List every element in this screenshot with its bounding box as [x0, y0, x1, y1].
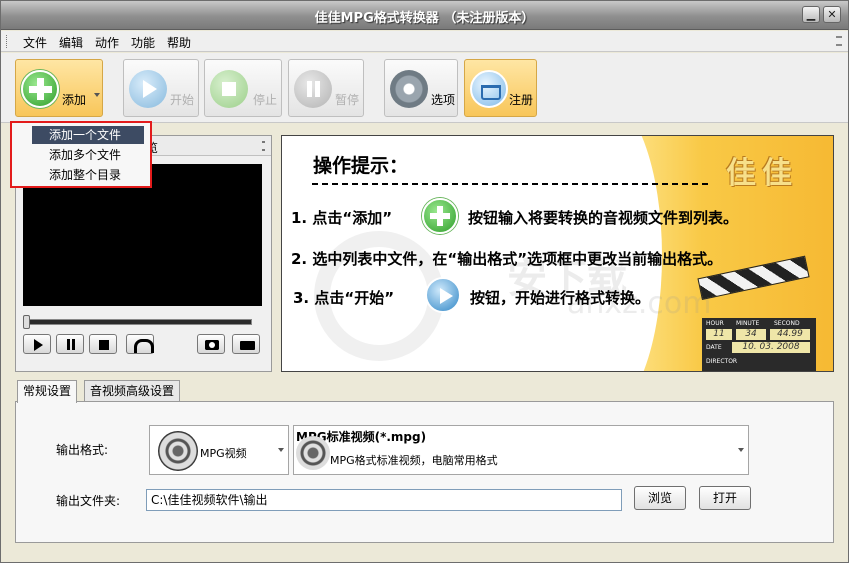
- tip-3-prefix: 3. 点击“开始”: [293, 289, 395, 307]
- toolbar: 添加 开始 停止 暂停 选项 注册: [1, 53, 848, 123]
- stop-button[interactable]: 停止: [204, 59, 282, 117]
- output-folder-field[interactable]: C:\佳佳视频软件\输出: [146, 489, 622, 511]
- stop-icon: [210, 70, 248, 108]
- settings-panel: 输出格式: MPG视频 MPG标准视频(*.mpg) MPG格式标准视频，电脑常…: [15, 401, 834, 543]
- pause-button-label: 暂停: [335, 93, 360, 107]
- stop-icon: [90, 335, 116, 353]
- browse-button[interactable]: 浏览: [634, 486, 686, 510]
- tip-3-suffix: 按钮，开始进行格式转换。: [470, 289, 651, 307]
- status-bar: [1, 547, 848, 562]
- title-bar[interactable]: 佳佳MPG格式转换器 （未注册版本） ▁ ✕: [1, 1, 848, 30]
- menubar-options-grip[interactable]: [836, 36, 842, 46]
- start-button[interactable]: 开始: [123, 59, 199, 117]
- pause-playback-button[interactable]: [56, 334, 84, 354]
- clapper-body: HOUR MINUTE SECOND 11 34 44.99 DATE 10. …: [702, 318, 816, 371]
- play-icon: [129, 70, 167, 108]
- menu-add-one-file[interactable]: 添加一个文件: [32, 126, 144, 144]
- camera-icon: [198, 335, 224, 353]
- menu-edit[interactable]: 编辑: [59, 34, 83, 51]
- headphones-icon: [127, 335, 154, 353]
- clapper-minute-label: MINUTE: [736, 320, 760, 327]
- clapper-minute: 34: [736, 329, 766, 340]
- pause-button[interactable]: 暂停: [288, 59, 364, 117]
- basket-icon: [470, 70, 508, 108]
- minimize-button[interactable]: ▁: [802, 6, 820, 23]
- menu-add-multiple-files[interactable]: 添加多个文件: [32, 146, 144, 164]
- seek-slider[interactable]: [23, 315, 252, 329]
- play-button[interactable]: [23, 334, 51, 354]
- open-snapshot-folder-button[interactable]: [232, 334, 260, 354]
- clapper-date-label: DATE: [706, 344, 722, 351]
- add-button-label: 添加: [62, 93, 87, 107]
- output-folder-label: 输出文件夹:: [56, 494, 121, 508]
- chevron-down-icon: [738, 448, 744, 452]
- folder-icon: [233, 335, 259, 353]
- clapperboard-icon: HOUR MINUTE SECOND 11 34 44.99 DATE 10. …: [697, 255, 820, 371]
- play-icon: [425, 277, 461, 313]
- clapper-date: 10. 03. 2008: [732, 342, 810, 353]
- tab-advanced-av-settings[interactable]: 音视频高级设置: [84, 380, 181, 402]
- options-button[interactable]: 选项: [384, 59, 458, 117]
- tip-1-suffix: 按钮输入将要转换的音视频文件到列表。: [468, 209, 739, 227]
- snapshot-button[interactable]: [197, 334, 225, 354]
- menu-file[interactable]: 文件: [23, 34, 47, 51]
- chevron-down-icon: [278, 448, 284, 452]
- add-button[interactable]: 添加: [15, 59, 103, 117]
- options-button-label: 选项: [431, 93, 456, 107]
- chevron-down-icon[interactable]: [94, 93, 100, 97]
- menu-action[interactable]: 动作: [95, 34, 119, 51]
- play-icon: [24, 335, 50, 353]
- output-format-label: 输出格式:: [56, 443, 109, 457]
- tip-2: 2. 选中列表中文件，在“输出格式”选项框中更改当前输出格式。: [291, 250, 723, 268]
- clapper-hour-label: HOUR: [706, 320, 724, 327]
- clapper-second: 44.99: [770, 329, 810, 340]
- menu-help[interactable]: 帮助: [167, 34, 191, 51]
- plus-icon: [21, 70, 59, 108]
- clapper-hour: 11: [706, 329, 732, 340]
- tips-banner: 安下载 anxz.com 操作提示： 佳佳 1. 点击“添加” 按钮输入将要转换…: [281, 135, 834, 372]
- pause-icon: [57, 335, 83, 353]
- open-folder-button[interactable]: 打开: [699, 486, 751, 510]
- register-button-label: 注册: [509, 93, 534, 107]
- menu-function[interactable]: 功能: [131, 34, 155, 51]
- stop-button-label: 停止: [253, 93, 278, 107]
- tips-divider: [312, 183, 708, 185]
- preview-header-grip[interactable]: [262, 141, 265, 151]
- clapper-second-label: SECOND: [774, 320, 800, 327]
- pause-icon: [294, 70, 332, 108]
- close-button[interactable]: ✕: [823, 6, 841, 23]
- menu-bar: 文件 编辑 动作 功能 帮助: [1, 31, 848, 52]
- gear-icon: [390, 70, 428, 108]
- format-preset-description: MPG格式标准视频，电脑常用格式: [330, 454, 498, 467]
- tip-1-prefix: 1. 点击“添加”: [291, 209, 393, 227]
- format-category-select[interactable]: MPG视频: [149, 425, 289, 475]
- window-title: 佳佳MPG格式转换器 （未注册版本）: [314, 11, 535, 26]
- clapper-director-label: DIRECTOR: [706, 358, 738, 365]
- volume-button[interactable]: [126, 334, 154, 354]
- menubar-grip: [6, 35, 9, 48]
- start-button-label: 开始: [170, 93, 195, 107]
- tips-heading: 操作提示：: [313, 155, 409, 177]
- menu-add-directory[interactable]: 添加整个目录: [32, 166, 144, 184]
- app-window: 佳佳MPG格式转换器 （未注册版本） ▁ ✕ 文件 编辑 动作 功能 帮助 添加…: [0, 0, 849, 563]
- film-reel-icon: [158, 431, 198, 471]
- add-dropdown-menu: 添加一个文件 添加多个文件 添加整个目录: [10, 121, 152, 188]
- brand-logo: 佳佳: [726, 156, 798, 191]
- tab-general-settings[interactable]: 常规设置: [17, 380, 78, 403]
- stop-playback-button[interactable]: [89, 334, 117, 354]
- register-button[interactable]: 注册: [464, 59, 537, 117]
- format-preset-select[interactable]: MPG标准视频(*.mpg) MPG格式标准视频，电脑常用格式: [293, 425, 749, 475]
- seek-slider-knob[interactable]: [23, 315, 30, 329]
- plus-icon: [422, 198, 458, 234]
- film-reel-icon: [296, 436, 330, 470]
- format-category-value: MPG视频: [200, 447, 247, 460]
